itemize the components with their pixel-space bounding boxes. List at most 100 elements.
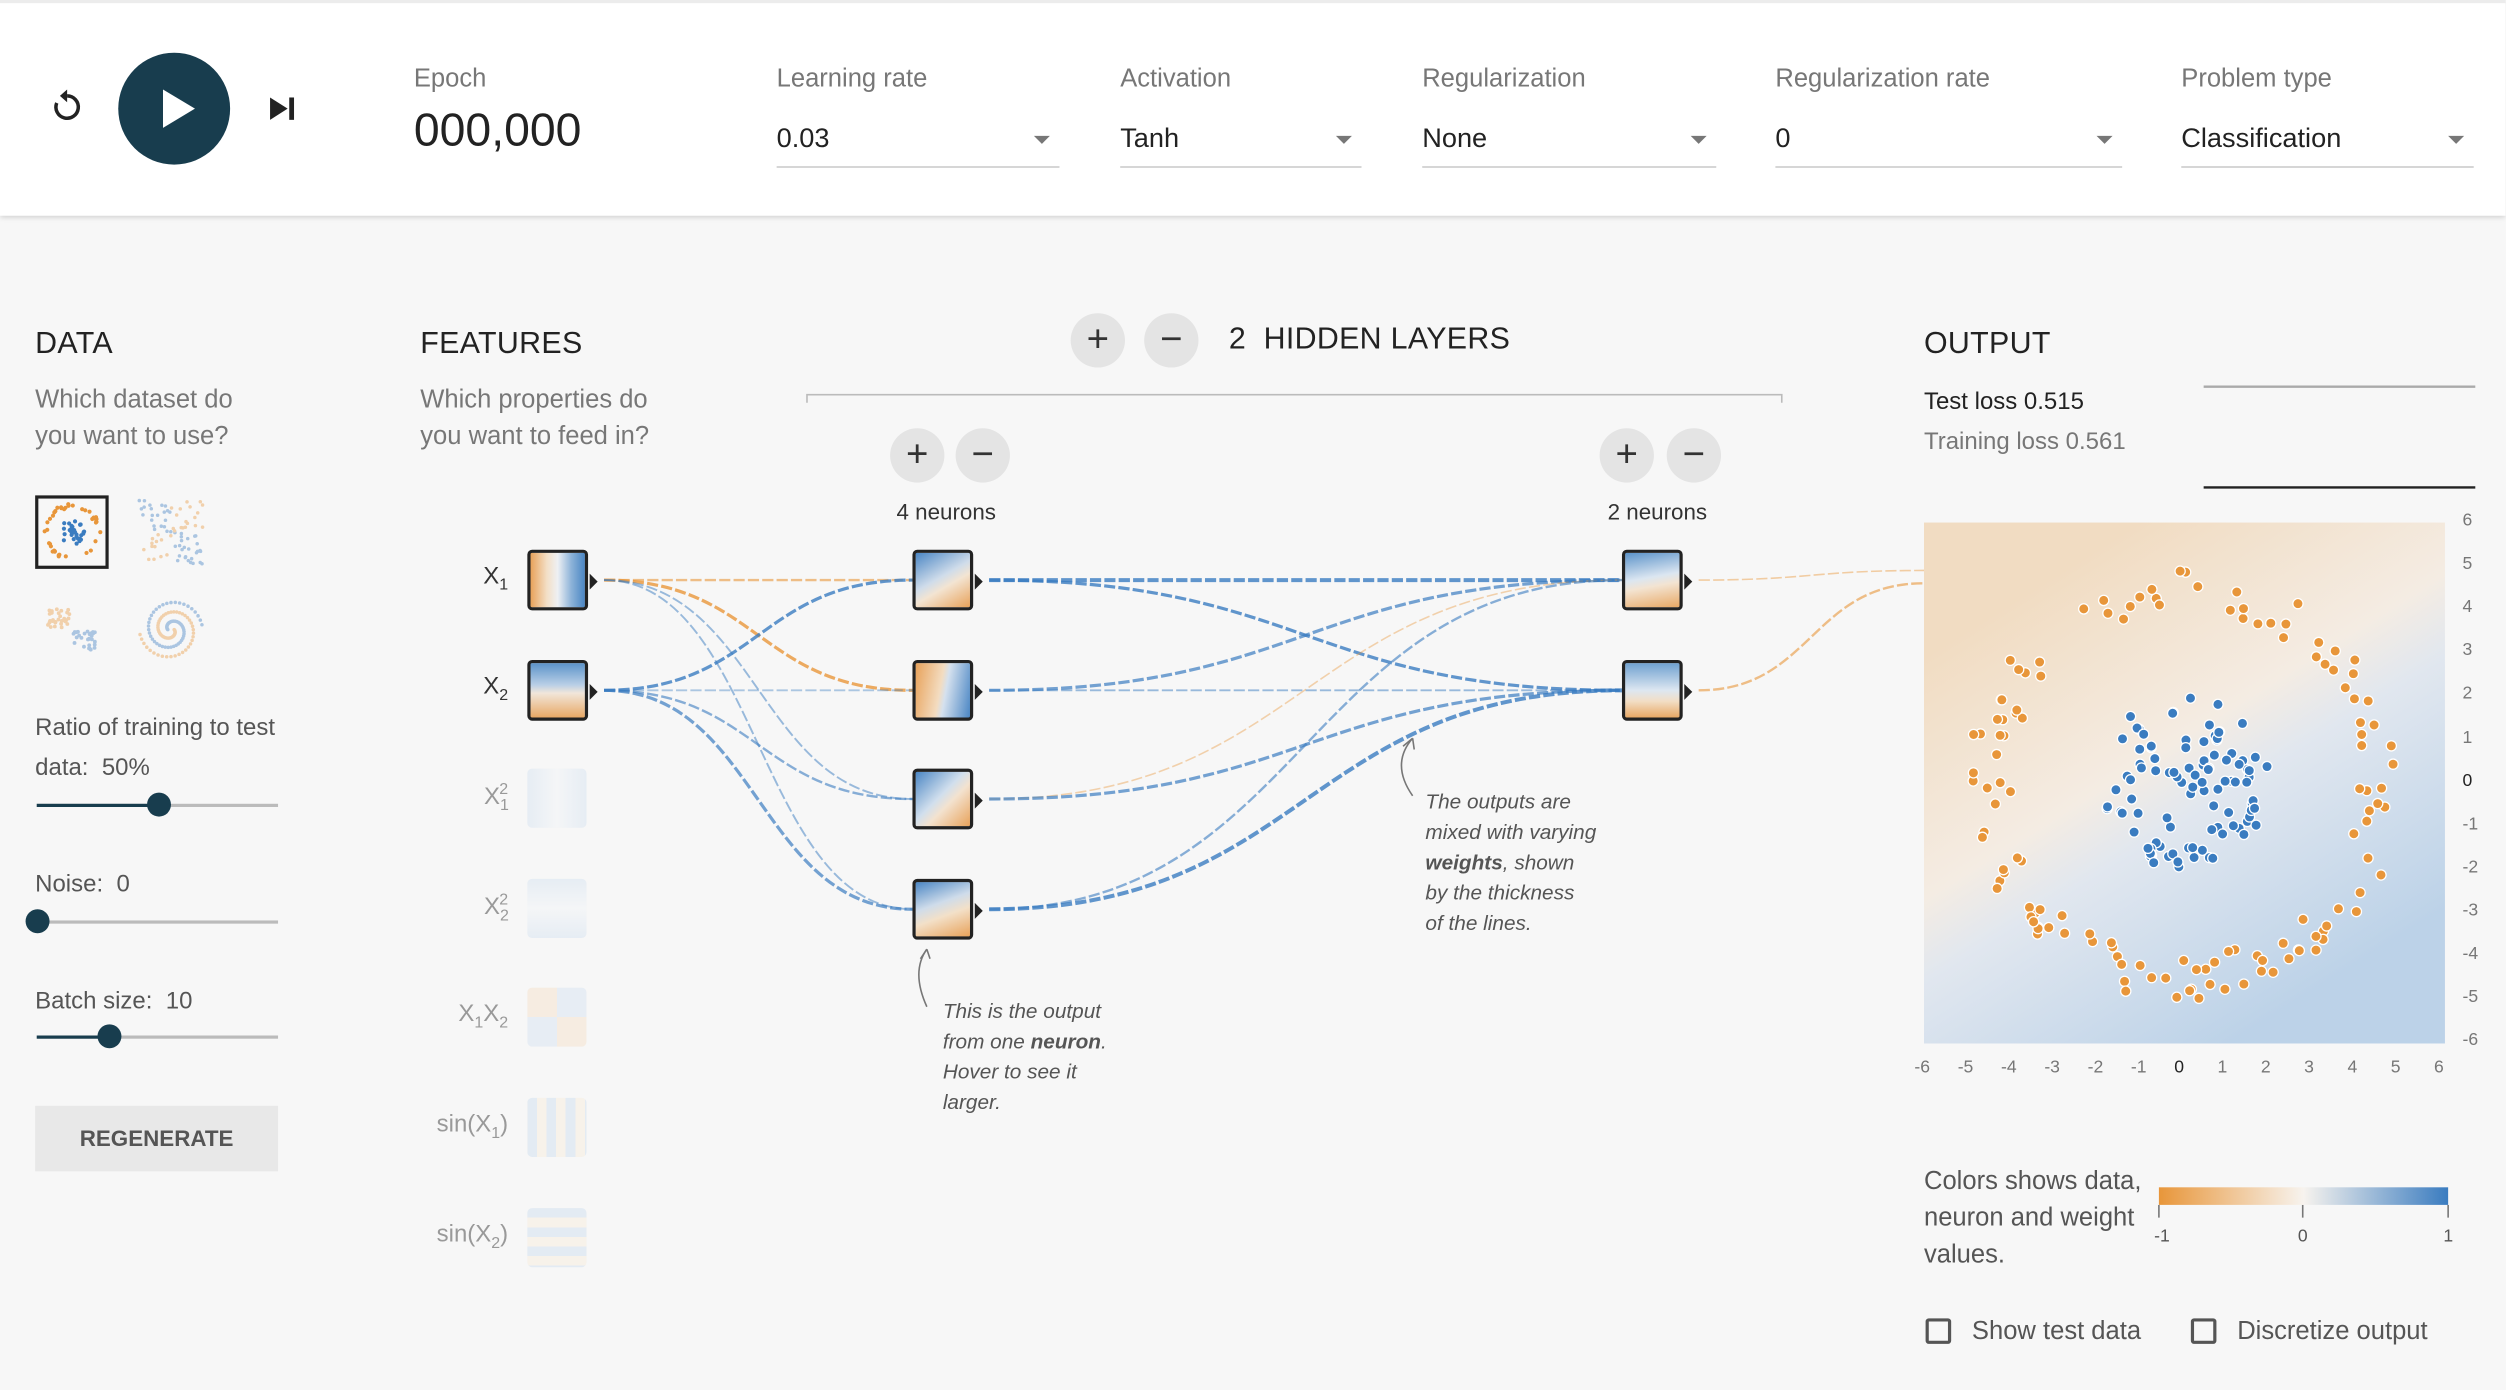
x-tick-label: -1 bbox=[2130, 1057, 2147, 1078]
layer1-neuron-1[interactable] bbox=[912, 549, 983, 611]
training-loss: Training loss 0.561 bbox=[1923, 428, 2126, 456]
data-point-orange bbox=[2347, 667, 2360, 680]
remove-layer-button[interactable]: − bbox=[1144, 313, 1199, 368]
add-layer-button[interactable]: + bbox=[1070, 313, 1125, 368]
data-point-orange bbox=[1991, 713, 2004, 726]
show-test-data-checkbox[interactable] bbox=[1925, 1318, 1952, 1344]
data-point-orange bbox=[2353, 782, 2366, 795]
data-point-orange bbox=[2355, 739, 2368, 752]
layer1-neuron-2[interactable] bbox=[912, 659, 983, 721]
loss-chart bbox=[2203, 385, 2476, 489]
x-tick-label: -6 bbox=[1914, 1057, 1931, 1078]
data-point-orange bbox=[2292, 597, 2304, 610]
playground-app: Epoch 000,000 Learning rate 0.03 Activat… bbox=[0, 0, 2506, 1390]
data-point-orange bbox=[2222, 945, 2235, 958]
y-tick-label: 0 bbox=[2462, 771, 2473, 791]
data-point-blue bbox=[2227, 819, 2240, 832]
data-point-orange bbox=[2280, 618, 2292, 630]
data-point-blue bbox=[2180, 741, 2192, 754]
link-h2n2-output[interactable] bbox=[1698, 582, 1924, 692]
data-point-orange bbox=[2237, 602, 2250, 615]
data-point-blue bbox=[2196, 844, 2209, 857]
data-point-blue bbox=[2220, 754, 2233, 766]
data-point-orange bbox=[2339, 682, 2352, 694]
y-tick-label: -1 bbox=[2462, 814, 2479, 834]
x-tick-label: -4 bbox=[2000, 1057, 2017, 1078]
data-point-orange bbox=[1994, 729, 2006, 742]
link-input2-h1n4[interactable] bbox=[604, 688, 913, 911]
layer1-neuron-4[interactable] bbox=[912, 878, 983, 940]
data-point-orange bbox=[2177, 954, 2190, 967]
data-point-orange bbox=[2237, 612, 2249, 625]
layer2-add-neuron-button[interactable]: + bbox=[1599, 428, 1654, 483]
legend-text: Colors shows data, neuron and weight val… bbox=[1923, 1168, 2142, 1269]
layer1-neuron-3[interactable] bbox=[912, 768, 983, 830]
data-point-orange bbox=[2077, 603, 2090, 615]
data-point-blue bbox=[2213, 726, 2225, 739]
layer1-remove-neuron-button[interactable]: − bbox=[955, 428, 1010, 483]
data-point-blue bbox=[2161, 812, 2173, 824]
data-point-orange bbox=[1996, 694, 2008, 706]
data-point-orange bbox=[2097, 594, 2110, 607]
data-point-orange bbox=[1981, 782, 1994, 794]
layer2-neuron-1[interactable] bbox=[1621, 549, 1693, 611]
data-point-orange bbox=[2252, 618, 2264, 630]
link-input2-h1n3[interactable] bbox=[604, 689, 913, 801]
data-point-orange bbox=[2153, 599, 2166, 611]
data-point-orange bbox=[2011, 852, 2024, 864]
output-heatmap[interactable] bbox=[1923, 522, 2445, 1044]
x-tick-label: 5 bbox=[2390, 1057, 2401, 1078]
data-point-blue bbox=[2212, 698, 2224, 711]
data-point-orange bbox=[2011, 704, 2023, 716]
link-input2-h1n1[interactable] bbox=[604, 578, 913, 692]
x-tick-label: 4 bbox=[2347, 1057, 2358, 1078]
data-point-blue bbox=[2186, 841, 2199, 854]
data-point-orange bbox=[2208, 956, 2221, 968]
legend-min: -1 bbox=[2154, 1227, 2170, 1247]
data-point-orange bbox=[2267, 966, 2279, 978]
color-legend bbox=[2158, 1187, 2449, 1205]
data-point-orange bbox=[2171, 991, 2183, 1004]
data-point-orange bbox=[2283, 952, 2295, 965]
data-point-orange bbox=[2118, 975, 2131, 988]
data-point-orange bbox=[2348, 693, 2361, 705]
data-point-orange bbox=[2363, 805, 2376, 817]
data-point-blue bbox=[2198, 735, 2210, 748]
data-point-blue bbox=[2243, 764, 2256, 777]
data-point-orange bbox=[2231, 586, 2243, 598]
data-point-blue bbox=[2188, 851, 2200, 864]
data-point-blue bbox=[2205, 823, 2218, 836]
data-point-blue bbox=[2196, 776, 2208, 789]
data-point-orange bbox=[2329, 645, 2341, 657]
layer2-neuron-2[interactable] bbox=[1621, 659, 1693, 721]
data-point-orange bbox=[2192, 580, 2204, 593]
layer1-add-neuron-button[interactable]: + bbox=[890, 428, 945, 483]
data-point-orange bbox=[2277, 631, 2290, 644]
data-point-orange bbox=[2183, 984, 2196, 997]
link-h1n2-h2n1[interactable] bbox=[989, 578, 1622, 692]
data-point-orange bbox=[2004, 654, 2017, 667]
layer2-remove-neuron-button[interactable]: − bbox=[1666, 428, 1722, 483]
data-point-orange bbox=[2310, 930, 2322, 943]
data-point-orange bbox=[2124, 600, 2137, 613]
discretize-output-checkbox[interactable] bbox=[2190, 1318, 2217, 1344]
data-point-orange bbox=[2174, 565, 2186, 577]
data-point-orange bbox=[2105, 936, 2118, 949]
output-title: OUTPUT bbox=[1923, 327, 2051, 362]
training-loss-value: 0.561 bbox=[2065, 428, 2126, 456]
data-point-orange bbox=[2193, 992, 2205, 1005]
data-point-blue bbox=[2249, 751, 2262, 764]
output-scatter bbox=[1923, 522, 2445, 1044]
data-point-orange bbox=[2134, 591, 2146, 603]
data-point-orange bbox=[1991, 882, 2003, 895]
data-point-orange bbox=[1967, 728, 1980, 741]
data-point-blue bbox=[2222, 806, 2235, 819]
data-point-blue bbox=[2142, 842, 2154, 855]
weights-annotation: The outputs are mixed with varying weigh… bbox=[1425, 789, 1597, 935]
data-point-blue bbox=[2216, 828, 2229, 840]
x-tick-label: 2 bbox=[2260, 1057, 2271, 1078]
legend-max: 1 bbox=[2443, 1227, 2454, 1247]
data-point-orange bbox=[2362, 852, 2374, 864]
data-point-blue bbox=[2212, 783, 2224, 795]
link-h2n1-output[interactable] bbox=[1698, 569, 1924, 581]
